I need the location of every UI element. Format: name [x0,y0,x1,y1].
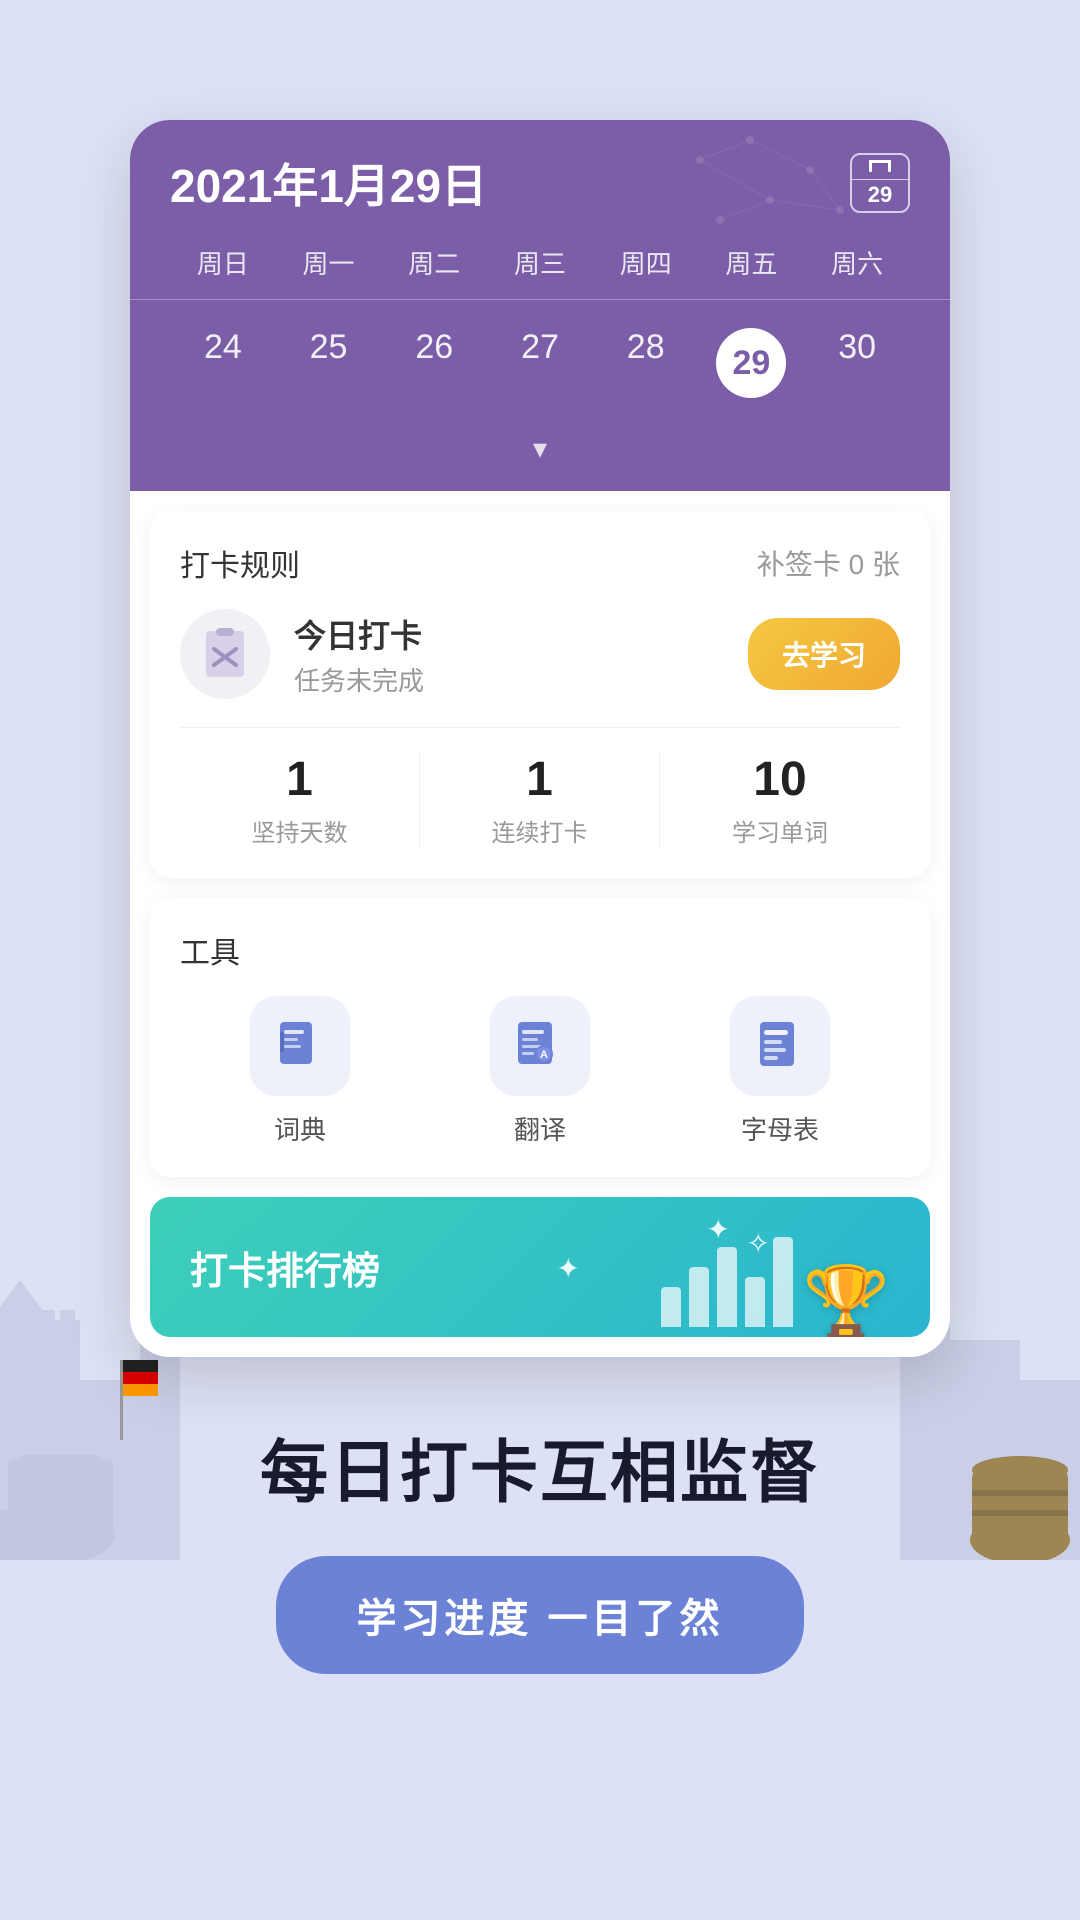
tools-row: 词典 A 翻译 [180,996,900,1147]
bottom-section: 每日打卡互相监督 学习进度 一目了然 [0,1357,1080,1714]
calendar-date-title: 2021年1月29日 [170,150,487,216]
punch-row: 今日打卡 任务未完成 去学习 [180,609,900,699]
go-study-button[interactable]: 去学习 [748,618,900,690]
dict-icon-wrap [250,996,350,1096]
trophy-icon: 🏆 [803,1267,890,1337]
date-28[interactable]: 28 [593,310,699,416]
punch-rule-label: 打卡规则 [180,541,300,585]
date-24[interactable]: 24 [170,310,276,416]
tools-title: 工具 [180,928,900,972]
alphabet-icon-wrap [730,996,830,1096]
stat-words: 10 学习单词 [660,752,900,848]
stat-persist-days: 1 坚持天数 [180,752,420,848]
today-punch-sub: 任务未完成 [294,661,724,698]
stat-persist-label: 坚持天数 [180,813,419,848]
phone-card: 2021年1月29日 29 周日 周一 周二 周三 周四 周五 周六 [130,120,950,1357]
ranking-label: 打卡排行榜 [190,1240,380,1295]
weekday-2: 周二 [381,236,487,289]
calendar-icon-number: 29 [868,182,892,208]
punch-card-section: 打卡规则 补签卡 0 张 今日打卡 任务未完成 去学习 1 [150,511,930,878]
tool-translate[interactable]: A 翻译 [490,996,590,1147]
stat-words-num: 10 [660,752,900,807]
date-26[interactable]: 26 [381,310,487,416]
tool-alphabet[interactable]: 字母表 [730,996,830,1147]
supplement-label: 补签卡 0 张 [757,543,900,583]
weekday-1: 周一 [276,236,382,289]
bar-5 [773,1237,793,1327]
ranking-decoration: 🏆 [661,1237,890,1337]
stat-consecutive: 1 连续打卡 [420,752,660,848]
tool-dict[interactable]: 词典 [250,996,350,1147]
weekday-0: 周日 [170,236,276,289]
translate-icon-wrap: A [490,996,590,1096]
punch-text: 今日打卡 任务未完成 [294,611,724,698]
bar-2 [689,1267,709,1327]
alphabet-label: 字母表 [741,1110,819,1147]
bar-chart [661,1237,793,1327]
stat-consecutive-label: 连续打卡 [420,813,659,848]
date-27[interactable]: 27 [487,310,593,416]
date-29[interactable]: 29 [699,310,805,416]
bar-3 [717,1247,737,1327]
weekday-3: 周三 [487,236,593,289]
bar-4 [745,1277,765,1327]
calendar-header: 2021年1月29日 29 周日 周一 周二 周三 周四 周五 周六 [130,120,950,491]
stat-words-label: 学习单词 [660,813,900,848]
ranking-banner[interactable]: 打卡排行榜 ✦ ✧ ✦ 🏆 [150,1197,930,1337]
stats-row: 1 坚持天数 1 连续打卡 10 学习单词 [180,727,900,848]
date-row: 24 25 26 27 28 29 30 [170,310,910,416]
stat-persist-num: 1 [180,752,419,807]
punch-icon [180,609,270,699]
svg-text:A: A [540,1049,548,1061]
date-30[interactable]: 30 [804,310,910,416]
translate-label: 翻译 [514,1110,566,1147]
chevron-icon[interactable]: ▾ [170,426,910,481]
today-punch-label: 今日打卡 [294,611,724,657]
date-25[interactable]: 25 [276,310,382,416]
bottom-headline: 每日打卡互相监督 [40,1417,1040,1516]
stat-consecutive-num: 1 [420,752,659,807]
sparkle-icon-3: ✦ [557,1252,580,1285]
bar-1 [661,1287,681,1327]
tools-section: 工具 词典 [150,898,930,1177]
dict-label: 词典 [274,1110,326,1147]
bottom-cta-button[interactable]: 学习进度 一目了然 [276,1556,803,1674]
